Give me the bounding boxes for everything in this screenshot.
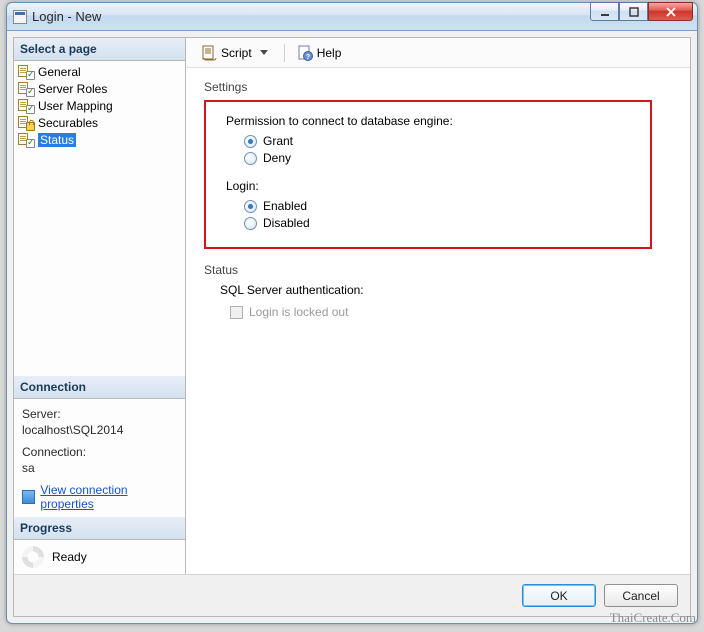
sidebar-item-general[interactable]: General (14, 63, 185, 80)
script-label: Script (221, 46, 252, 60)
toolbar-separator (284, 44, 285, 62)
progress-ring-icon (22, 546, 44, 568)
help-button[interactable]: ? Help (292, 42, 347, 64)
view-connection-properties-link[interactable]: View connection properties (40, 483, 177, 511)
close-button[interactable] (648, 2, 693, 21)
radio-icon (244, 200, 257, 213)
progress-status: Ready (52, 550, 87, 564)
server-label: Server: (22, 407, 177, 421)
radio-icon (244, 152, 257, 165)
maximize-button[interactable] (619, 2, 648, 21)
page-icon (18, 65, 34, 79)
radio-label: Enabled (263, 199, 307, 213)
radio-label: Deny (263, 151, 291, 165)
toolbar: Script ? Help (186, 38, 690, 68)
help-icon: ? (297, 45, 313, 61)
sidebar-item-label: Server Roles (38, 82, 107, 96)
cancel-button[interactable]: Cancel (604, 584, 678, 607)
progress-heading: Progress (14, 517, 185, 540)
page-list: General Server Roles User Mapping Secura… (14, 61, 185, 150)
radio-icon (244, 135, 257, 148)
server-value: localhost\SQL2014 (22, 423, 177, 437)
radio-label: Disabled (263, 216, 310, 230)
window-title: Login - New (32, 9, 101, 24)
locked-out-checkbox: Login is locked out (230, 305, 672, 319)
watermark: ThaiCreate.Com (610, 610, 696, 626)
window-icon (13, 10, 27, 24)
main-pane: Script ? Help Settings Permission to con… (186, 38, 690, 574)
minimize-button[interactable] (590, 2, 619, 21)
highlight-box: Permission to connect to database engine… (204, 100, 652, 249)
page-icon (18, 99, 34, 113)
sidebar-item-label: Securables (38, 116, 98, 130)
auth-label: SQL Server authentication: (220, 283, 672, 297)
sidebar-item-label: General (38, 65, 81, 79)
radio-enabled[interactable]: Enabled (244, 199, 634, 213)
script-button[interactable]: Script (196, 42, 277, 64)
sidebar-item-label: User Mapping (38, 99, 113, 113)
sidebar: Select a page General Server Roles User … (14, 38, 186, 574)
connection-value: sa (22, 461, 177, 475)
connection-heading: Connection (14, 376, 185, 399)
sidebar-item-server-roles[interactable]: Server Roles (14, 80, 185, 97)
sidebar-item-label: Status (38, 133, 76, 147)
titlebar[interactable]: Login - New (7, 3, 697, 31)
permission-label: Permission to connect to database engine… (226, 114, 634, 128)
connection-label: Connection: (22, 445, 177, 459)
connection-block: Server: localhost\SQL2014 Connection: sa… (14, 399, 185, 517)
sidebar-item-user-mapping[interactable]: User Mapping (14, 97, 185, 114)
sidebar-item-securables[interactable]: Securables (14, 114, 185, 131)
page-icon (18, 116, 34, 130)
radio-deny[interactable]: Deny (244, 151, 634, 165)
script-icon (201, 45, 217, 61)
connection-properties-icon (22, 490, 35, 504)
radio-grant[interactable]: Grant (244, 134, 634, 148)
chevron-down-icon (260, 50, 268, 55)
page-icon (18, 133, 34, 147)
help-label: Help (317, 46, 342, 60)
svg-text:?: ? (306, 54, 310, 61)
settings-heading: Settings (204, 80, 672, 94)
login-label: Login: (226, 179, 634, 193)
select-page-heading: Select a page (14, 38, 185, 61)
client-area: Select a page General Server Roles User … (13, 37, 691, 617)
sidebar-item-status[interactable]: Status (14, 131, 185, 148)
progress-block: Ready (14, 540, 185, 574)
ok-button[interactable]: OK (522, 584, 596, 607)
status-heading: Status (204, 263, 672, 277)
page-icon (18, 82, 34, 96)
radio-disabled[interactable]: Disabled (244, 216, 634, 230)
checkbox-icon (230, 306, 243, 319)
radio-label: Grant (263, 134, 293, 148)
dialog-buttons: OK Cancel (14, 574, 690, 616)
content-area: Settings Permission to connect to databa… (186, 68, 690, 574)
locked-out-label: Login is locked out (249, 305, 348, 319)
dialog-window: Login - New Select a page General (6, 2, 698, 624)
radio-icon (244, 217, 257, 230)
